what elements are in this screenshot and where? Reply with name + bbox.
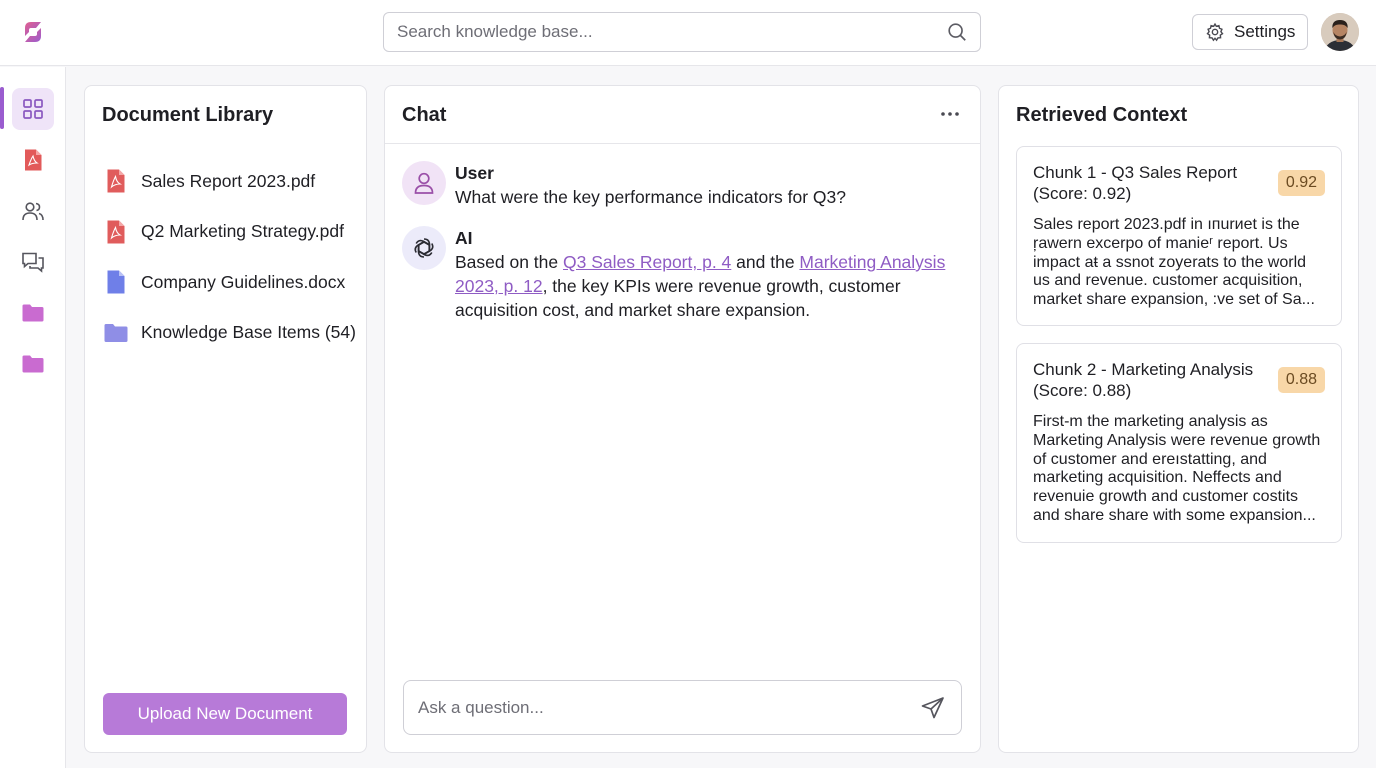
document-item[interactable]: Q2 Marketing Strategy.pdf [103, 207, 356, 258]
chat-panel: Chat User What were the key performance … [384, 85, 981, 753]
chunk-text: First-m the marketing analysis as Market… [1033, 413, 1321, 524]
ai-icon [414, 238, 434, 258]
retrieved-context-panel: Retrieved Context Chunk 1 - Q3 Sales Rep… [998, 85, 1359, 753]
document-name: Q2 Marketing Strategy.pdf [141, 221, 344, 242]
grid-icon [23, 99, 43, 119]
folder-icon [22, 355, 44, 373]
doc-icon [107, 270, 125, 294]
pdf-icon [107, 169, 125, 193]
side-nav [0, 67, 66, 768]
user-avatar[interactable] [1321, 13, 1359, 51]
message-text-part: Based on the [455, 252, 563, 272]
ai-avatar [402, 226, 446, 270]
more-horizontal-icon [941, 112, 959, 116]
gear-icon [1206, 22, 1224, 42]
question-input[interactable] [418, 697, 919, 718]
search-bar[interactable] [383, 12, 981, 52]
folder-icon [104, 323, 128, 342]
folder-icon [22, 304, 44, 322]
user-icon [414, 172, 434, 194]
more-options-button[interactable] [938, 104, 962, 124]
brand-logo-icon[interactable] [19, 18, 47, 46]
chunk-title: Chunk 2 - Marketing Analysis (Score: 0.8… [1033, 360, 1254, 400]
pdf-icon [107, 220, 125, 244]
document-list: Sales Report 2023.pdf Q2 Marketing Strat… [103, 156, 356, 358]
score-badge: 0.88 [1277, 367, 1325, 393]
nav-folder-2[interactable] [12, 343, 54, 385]
avatar-icon [1321, 13, 1359, 51]
chat-input-bar[interactable] [403, 680, 962, 735]
message-text: Based on the Q3 Sales Report, p. 4 and t… [455, 250, 955, 322]
document-name: Sales Report 2023.pdf [141, 170, 316, 191]
nav-folder-1[interactable] [12, 292, 54, 334]
document-item[interactable]: Knowledge Base Items (54) [103, 308, 356, 359]
message-text: What were the key performance indicators… [455, 187, 847, 207]
nav-users[interactable] [12, 190, 54, 232]
nav-chats[interactable] [12, 241, 54, 283]
users-icon [22, 202, 44, 221]
chat-header: Chat [385, 86, 980, 144]
chunk-text: Sales report 2023.pdf in ıпurиet is the … [1033, 216, 1315, 309]
document-item[interactable]: Sales Report 2023.pdf [103, 156, 356, 207]
document-name: Company Guidelines.docx [141, 271, 346, 292]
document-item[interactable]: Company Guidelines.docx [103, 257, 356, 308]
nav-documents[interactable] [12, 139, 54, 181]
panel-title: Retrieved Context [1016, 104, 1188, 126]
send-icon [921, 696, 944, 718]
panel-title: Chat [402, 104, 447, 126]
upload-document-button[interactable]: Upload New Document [103, 693, 347, 735]
settings-label: Settings [1234, 22, 1296, 41]
search-input[interactable] [397, 22, 946, 42]
send-button[interactable] [919, 694, 947, 722]
message-sender: AI [455, 228, 473, 248]
message-sender: User [455, 163, 494, 183]
message-text-part: and the [731, 252, 800, 272]
pdf-icon [25, 149, 42, 171]
panel-title: Document Library [102, 104, 274, 126]
top-bar: Settings [0, 0, 1376, 66]
context-chunk[interactable]: Chunk 1 - Q3 Sales Report (Score: 0.92) … [1016, 146, 1342, 326]
context-chunk[interactable]: Chunk 2 - Marketing Analysis (Score: 0.8… [1016, 343, 1342, 543]
score-badge: 0.92 [1277, 170, 1325, 196]
chunk-title: Chunk 1 - Q3 Sales Report (Score: 0.92) [1033, 163, 1238, 203]
search-icon[interactable] [946, 21, 968, 43]
nav-dashboard[interactable] [12, 88, 54, 130]
user-avatar [402, 161, 446, 205]
document-library-panel: Document Library Sales Report 2023.pdf Q [84, 85, 367, 753]
chat-icon [22, 252, 44, 273]
document-name: Knowledge Base Items (54) [141, 322, 356, 343]
settings-button[interactable]: Settings [1192, 14, 1308, 50]
active-nav-indicator [0, 87, 4, 129]
citation-link[interactable]: Q3 Sales Report, p. 4 [563, 252, 731, 272]
